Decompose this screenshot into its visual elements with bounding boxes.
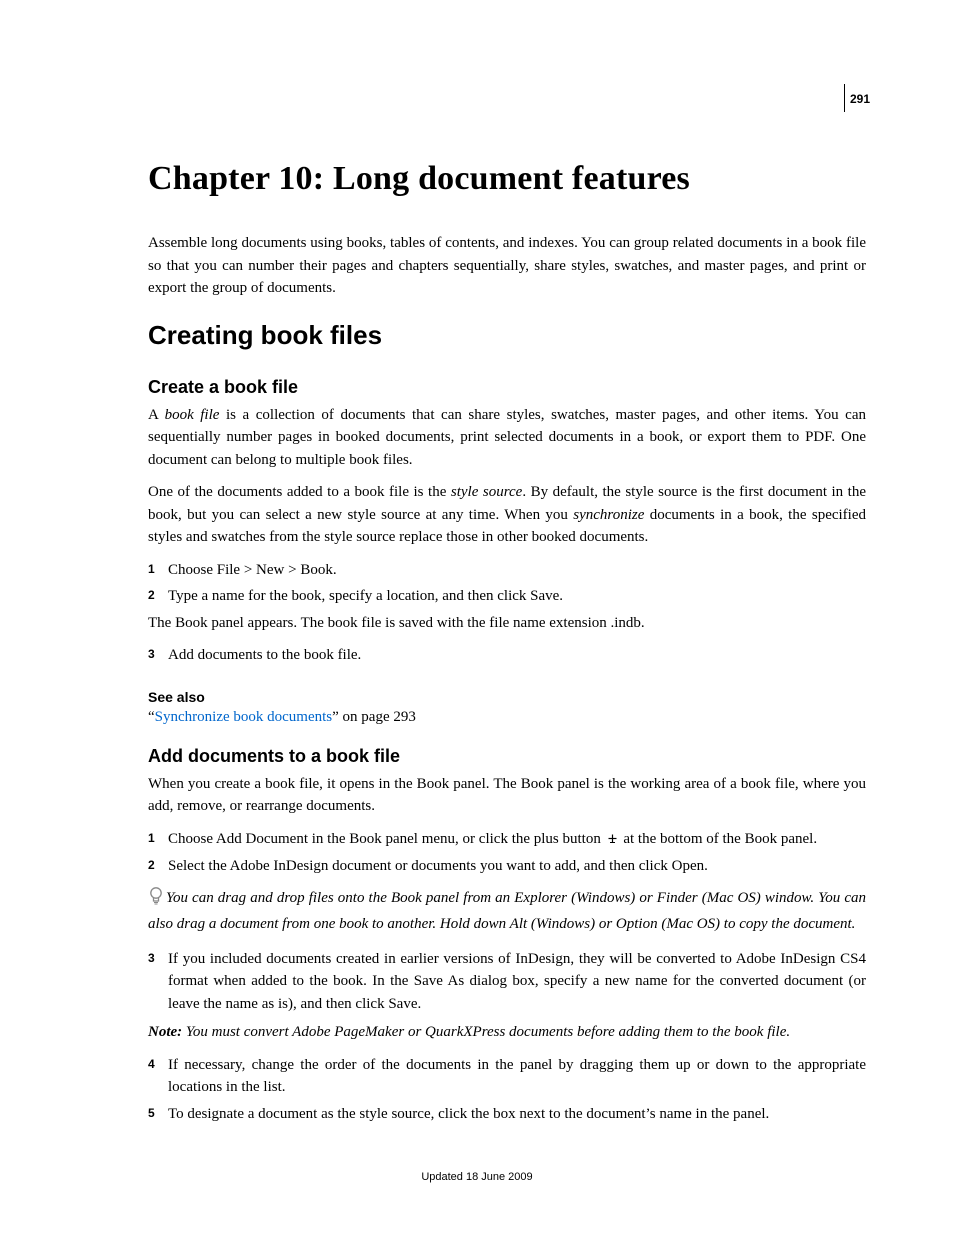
intro-paragraph: Assemble long documents using books, tab… (148, 232, 866, 300)
step-item: Type a name for the book, specify a loca… (148, 585, 866, 608)
text-span: One of the documents added to a book fil… (148, 484, 451, 500)
cross-reference-link[interactable]: Synchronize book documents (155, 709, 332, 725)
plus-icon (607, 829, 618, 852)
note-body: You must convert Adobe PageMaker or Quar… (182, 1024, 790, 1040)
emphasis-book-file: book file (165, 407, 220, 423)
tip-paragraph: You can drag and drop files onto the Boo… (148, 886, 866, 936)
body-paragraph: One of the documents added to a book fil… (148, 481, 866, 549)
step-item: To designate a document as the style sou… (148, 1103, 866, 1126)
body-paragraph: When you create a book file, it opens in… (148, 773, 866, 818)
body-paragraph: The Book panel appears. The book file is… (148, 612, 866, 635)
chapter-title: Chapter 10: Long document features (148, 160, 866, 198)
footer-updated-date: Updated 18 June 2009 (0, 1171, 954, 1183)
steps-list: If you included documents created in ear… (148, 948, 866, 1016)
lightbulb-icon (148, 886, 164, 914)
step-item: If you included documents created in ear… (148, 948, 866, 1016)
emphasis-style-source: style source (451, 484, 522, 500)
steps-list: Choose Add Document in the Book panel me… (148, 828, 866, 878)
note-label: Note: (148, 1024, 182, 1040)
step-item: Add documents to the book file. (148, 644, 866, 667)
step-item: Select the Adobe InDesign document or do… (148, 855, 866, 878)
emphasis-synchronize: synchronize (573, 507, 644, 523)
steps-list: Add documents to the book file. (148, 644, 866, 667)
text-span: A (148, 407, 165, 423)
quote-open: “ (148, 709, 155, 725)
text-span: Choose Add Document in the Book panel me… (168, 831, 605, 847)
section-title-creating-book-files: Creating book files (148, 320, 866, 351)
subsection-title-add-documents: Add documents to a book file (148, 746, 866, 767)
steps-list: Choose File > New > Book. Type a name fo… (148, 559, 866, 608)
page-number-rule (844, 84, 845, 112)
step-item: If necessary, change the order of the do… (148, 1054, 866, 1099)
text-span: at the bottom of the Book panel. (620, 831, 817, 847)
document-page: 291 Chapter 10: Long document features A… (0, 0, 954, 1235)
text-span: is a collection of documents that can sh… (148, 407, 866, 468)
body-paragraph: A book file is a collection of documents… (148, 404, 866, 472)
text-span: ” on page 293 (332, 709, 416, 725)
note-paragraph: Note: You must convert Adobe PageMaker o… (148, 1021, 866, 1044)
subsection-title-create-a-book-file: Create a book file (148, 377, 866, 398)
step-item: Choose File > New > Book. (148, 559, 866, 582)
see-also-heading: See also (148, 689, 866, 705)
page-number: 291 (850, 92, 870, 106)
see-also-line: “Synchronize book documents” on page 293 (148, 709, 866, 726)
steps-list: If necessary, change the order of the do… (148, 1054, 866, 1126)
tip-text: You can drag and drop files onto the Boo… (148, 890, 866, 933)
step-item: Choose Add Document in the Book panel me… (148, 828, 866, 852)
